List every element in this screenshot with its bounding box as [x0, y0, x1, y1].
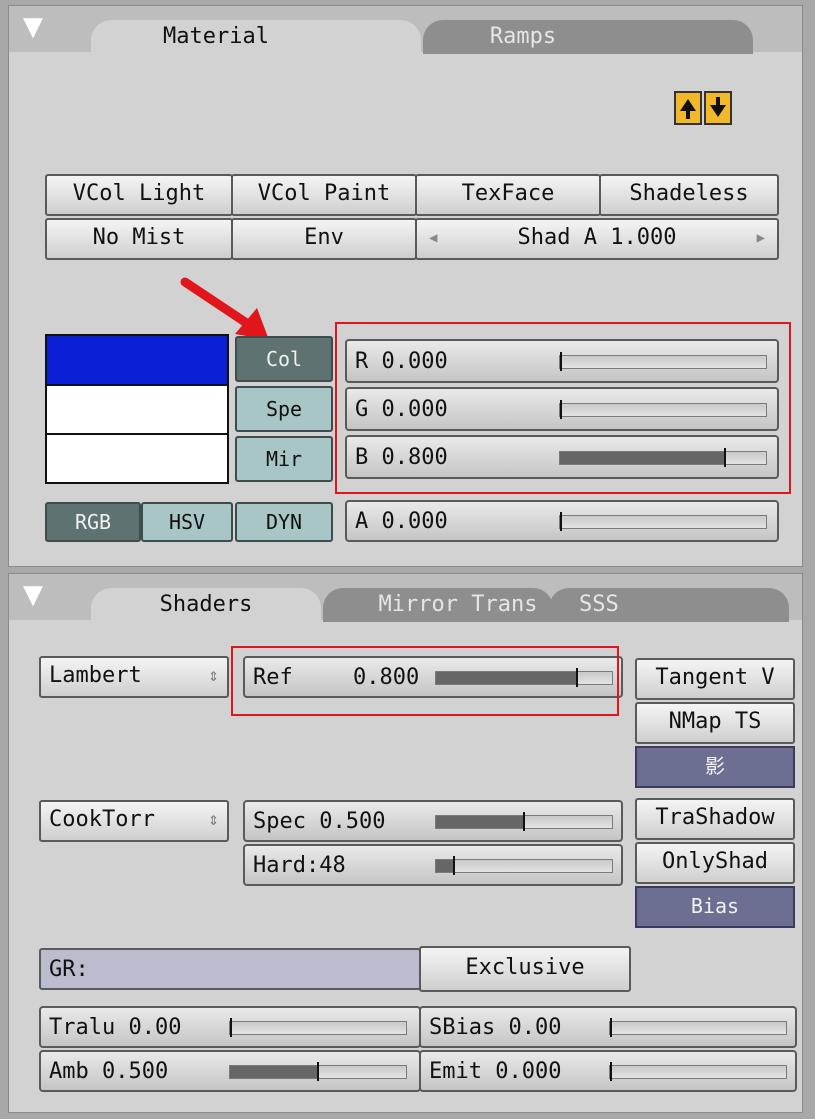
amb-slider-track: [229, 1062, 407, 1081]
diffuse-shader-label: Lambert: [49, 663, 142, 688]
env-button[interactable]: Env: [231, 218, 417, 260]
diffuse-color-swatch[interactable]: [47, 336, 227, 384]
shadeless-button[interactable]: Shadeless: [599, 174, 779, 216]
rgb-mode-button[interactable]: RGB: [45, 502, 141, 542]
decrement-arrow-icon[interactable]: ◀: [429, 220, 437, 256]
a-slider[interactable]: A 0.000: [345, 500, 779, 542]
tab-shaders[interactable]: Shaders: [91, 588, 321, 622]
ref-highlight-box: [231, 646, 619, 716]
emit-slider[interactable]: Emit 0.000: [419, 1050, 797, 1092]
hard-slider[interactable]: Hard:48: [243, 844, 623, 886]
tab-ramps[interactable]: Ramps: [423, 20, 753, 54]
sbias-slider-label: SBias 0.00: [429, 1015, 562, 1040]
specular-shader-label: CookTorr: [49, 807, 155, 832]
shadow-toggle-button[interactable]: 影: [635, 746, 795, 788]
rgb-highlight-box: [335, 322, 791, 494]
mir-button[interactable]: Mir: [235, 436, 333, 482]
dropdown-updown-icon: ⇕: [208, 809, 219, 830]
group-field-label: GR:: [49, 957, 89, 982]
collapse-triangle-icon[interactable]: ▼: [23, 12, 43, 42]
vcol-light-button[interactable]: VCol Light: [45, 174, 233, 216]
col-button[interactable]: Col: [235, 336, 333, 382]
move-down-icon: [710, 97, 726, 117]
emit-slider-label: Emit 0.000: [429, 1059, 562, 1084]
shad-a-label: Shad A 1.000: [517, 225, 677, 250]
tab-material[interactable]: Material: [91, 20, 421, 54]
move-down-button[interactable]: [704, 91, 732, 125]
move-up-icon: [680, 99, 696, 119]
mirror-color-swatch[interactable]: [47, 435, 227, 482]
sbias-slider-track: [609, 1018, 787, 1037]
bias-button[interactable]: Bias: [635, 886, 795, 928]
amb-slider[interactable]: Amb 0.500: [39, 1050, 421, 1092]
no-mist-button[interactable]: No Mist: [45, 218, 233, 260]
shaders-panel: ▼ Shaders Mirror Trans SSS Lambert ⇕ Ref…: [8, 573, 803, 1113]
onlyshad-button[interactable]: OnlyShad: [635, 842, 795, 884]
texface-button[interactable]: TexFace: [415, 174, 601, 216]
spe-button[interactable]: Spe: [235, 386, 333, 432]
nmap-ts-button[interactable]: NMap TS: [635, 702, 795, 744]
move-up-button[interactable]: [674, 91, 702, 125]
spec-slider-label: Spec 0.500: [253, 809, 386, 834]
specular-shader-dropdown[interactable]: CookTorr ⇕: [39, 800, 229, 842]
a-slider-track: [559, 512, 767, 531]
amb-slider-label: Amb 0.500: [49, 1059, 169, 1084]
increment-arrow-icon[interactable]: ▶: [757, 220, 765, 256]
tab-sss[interactable]: SSS: [549, 588, 789, 622]
diffuse-shader-dropdown[interactable]: Lambert ⇕: [39, 656, 229, 698]
exclusive-button[interactable]: Exclusive: [419, 946, 631, 992]
trashadow-button[interactable]: TraShadow: [635, 798, 795, 840]
collapse-triangle-icon[interactable]: ▼: [23, 580, 43, 610]
material-panel: ▼ Material Ramps VCol Light VCol Paint T…: [8, 5, 803, 567]
hsv-mode-button[interactable]: HSV: [141, 502, 233, 542]
spec-slider[interactable]: Spec 0.500: [243, 800, 623, 842]
a-slider-label: A 0.000: [355, 509, 448, 534]
vcol-paint-button[interactable]: VCol Paint: [231, 174, 417, 216]
tab-mirror-trans[interactable]: Mirror Trans: [323, 588, 553, 622]
color-swatch-stack: [45, 334, 229, 484]
dyn-mode-button[interactable]: DYN: [235, 502, 333, 542]
tralu-slider-label: Tralu 0.00: [49, 1015, 182, 1040]
tralu-slider-track: [229, 1018, 407, 1037]
hard-slider-track: [435, 856, 613, 875]
tralu-slider[interactable]: Tralu 0.00: [39, 1006, 421, 1048]
spec-slider-track: [435, 812, 613, 831]
specular-color-swatch[interactable]: [47, 386, 227, 433]
dropdown-updown-icon: ⇕: [208, 665, 219, 686]
emit-slider-track: [609, 1062, 787, 1081]
hard-slider-label: Hard:48: [253, 853, 346, 878]
sbias-slider[interactable]: SBias 0.00: [419, 1006, 797, 1048]
group-field[interactable]: GR:: [39, 948, 421, 990]
shad-a-number-field[interactable]: ◀ Shad A 1.000 ▶: [415, 218, 779, 260]
tangent-v-button[interactable]: Tangent V: [635, 658, 795, 700]
